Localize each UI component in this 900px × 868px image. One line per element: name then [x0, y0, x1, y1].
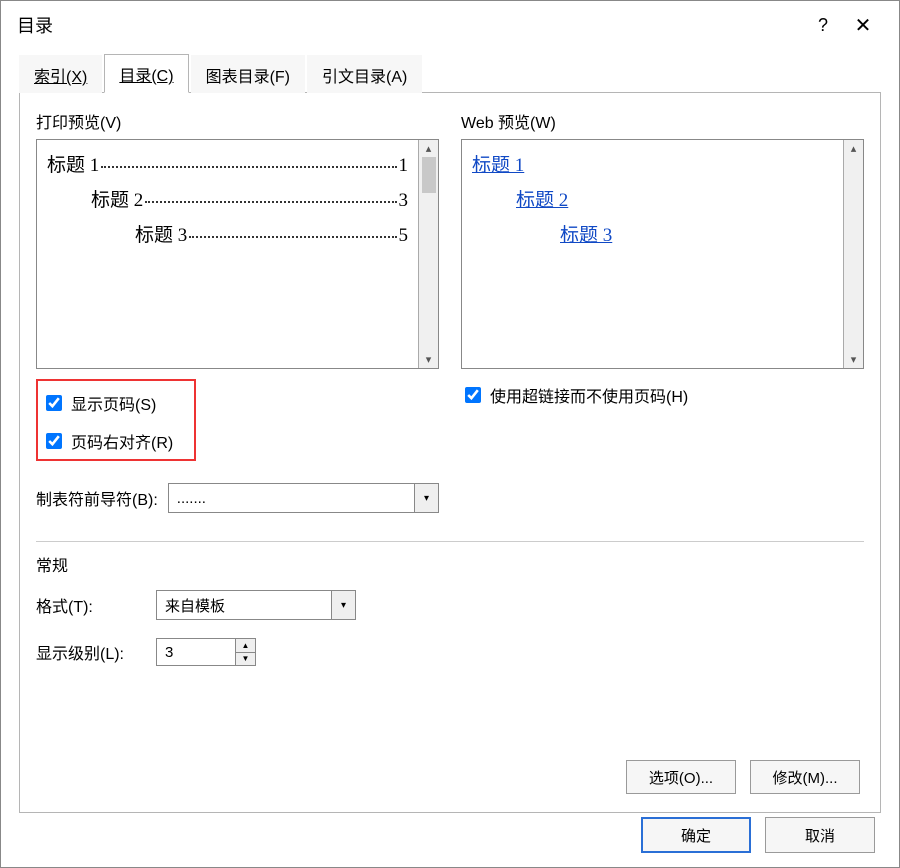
spinner-down-icon[interactable]: ▼	[236, 653, 255, 666]
scroll-thumb[interactable]	[422, 157, 436, 193]
options-button[interactable]: 选项(O)...	[626, 760, 736, 794]
use-hyperlinks-checkbox[interactable]	[465, 387, 481, 403]
use-hyperlinks-check[interactable]: 使用超链接而不使用页码(H)	[461, 383, 864, 407]
scroll-down-icon[interactable]: ▾	[419, 351, 438, 368]
levels-row: 显示级别(L): 3 ▲ ▼	[36, 638, 864, 666]
print-preview-column: 打印预览(V) 标题 1 1 标题 2 3	[36, 109, 439, 513]
toc-line: 标题 1 1	[47, 150, 408, 177]
format-label: 格式(T):	[36, 593, 146, 617]
toc-dialog: 目录 ? ✕ 索引(X) 目录(C) 图表目录(F) 引文目录(A) 打印预览(…	[0, 0, 900, 868]
tab-leader-row: 制表符前导符(B): ....... ▾	[36, 483, 439, 513]
tab-toc[interactable]: 目录(C)	[104, 54, 188, 93]
titlebar: 目录 ? ✕	[1, 1, 899, 49]
highlighted-checks: 显示页码(S) 页码右对齐(R)	[36, 379, 196, 461]
web-link[interactable]: 标题 1	[472, 150, 524, 177]
cancel-button[interactable]: 取消	[765, 817, 875, 853]
print-preview-box: 标题 1 1 标题 2 3 标题 3	[36, 139, 439, 369]
levels-spinner[interactable]: 3 ▲ ▼	[156, 638, 256, 666]
web-preview-box: 标题 1 标题 2 标题 3 ▴ ▾	[461, 139, 864, 369]
format-row: 格式(T): 来自模板 ▾	[36, 590, 864, 620]
help-button[interactable]: ?	[803, 15, 843, 36]
tab-leader-value: .......	[169, 490, 414, 507]
print-preview-label: 打印预览(V)	[36, 109, 439, 133]
show-page-numbers-check[interactable]: 显示页码(S)	[42, 391, 186, 415]
show-page-numbers-label: 显示页码(S)	[71, 391, 156, 415]
ok-button[interactable]: 确定	[641, 817, 751, 853]
show-page-numbers-checkbox[interactable]	[46, 395, 62, 411]
format-combo[interactable]: 来自模板 ▾	[156, 590, 356, 620]
print-preview-scrollbar[interactable]: ▴ ▾	[418, 140, 438, 368]
levels-label: 显示级别(L):	[36, 640, 146, 664]
tab-figures[interactable]: 图表目录(F)	[191, 55, 305, 93]
content-button-row: 选项(O)... 修改(M)...	[626, 760, 860, 794]
web-preview-column: Web 预览(W) 标题 1 标题 2 标题 3 ▴ ▾	[461, 109, 864, 513]
web-link[interactable]: 标题 2	[516, 185, 568, 212]
web-preview-label: Web 预览(W)	[461, 109, 864, 133]
tab-citations[interactable]: 引文目录(A)	[307, 55, 422, 93]
print-preview-content: 标题 1 1 标题 2 3 标题 3	[37, 140, 418, 368]
general-section-title: 常规	[36, 552, 864, 576]
levels-value: 3	[157, 639, 235, 665]
right-align-checkbox[interactable]	[46, 433, 62, 449]
dialog-footer: 确定 取消	[641, 817, 875, 853]
scroll-up-icon[interactable]: ▴	[844, 140, 863, 157]
toc-line: 标题 3 5	[47, 220, 408, 247]
right-align-check[interactable]: 页码右对齐(R)	[42, 429, 186, 453]
tab-index[interactable]: 索引(X)	[19, 55, 102, 93]
web-link[interactable]: 标题 3	[560, 220, 612, 247]
close-button[interactable]: ✕	[843, 13, 883, 38]
scroll-down-icon[interactable]: ▾	[844, 351, 863, 368]
tab-leader-combo[interactable]: ....... ▾	[168, 483, 439, 513]
chevron-down-icon[interactable]: ▾	[414, 484, 438, 512]
web-preview-scrollbar[interactable]: ▴ ▾	[843, 140, 863, 368]
separator	[36, 541, 864, 542]
right-align-label: 页码右对齐(R)	[71, 429, 173, 453]
use-hyperlinks-label: 使用超链接而不使用页码(H)	[490, 383, 688, 407]
tab-content: 打印预览(V) 标题 1 1 标题 2 3	[19, 93, 881, 813]
format-value: 来自模板	[157, 595, 331, 616]
scroll-up-icon[interactable]: ▴	[419, 140, 438, 157]
tab-leader-label: 制表符前导符(B):	[36, 486, 158, 510]
web-preview-content: 标题 1 标题 2 标题 3	[462, 140, 843, 368]
modify-button[interactable]: 修改(M)...	[750, 760, 860, 794]
dialog-title: 目录	[17, 12, 803, 38]
tab-strip: 索引(X) 目录(C) 图表目录(F) 引文目录(A)	[19, 57, 881, 93]
chevron-down-icon[interactable]: ▾	[331, 591, 355, 619]
spinner-up-icon[interactable]: ▲	[236, 639, 255, 653]
toc-line: 标题 2 3	[47, 185, 408, 212]
